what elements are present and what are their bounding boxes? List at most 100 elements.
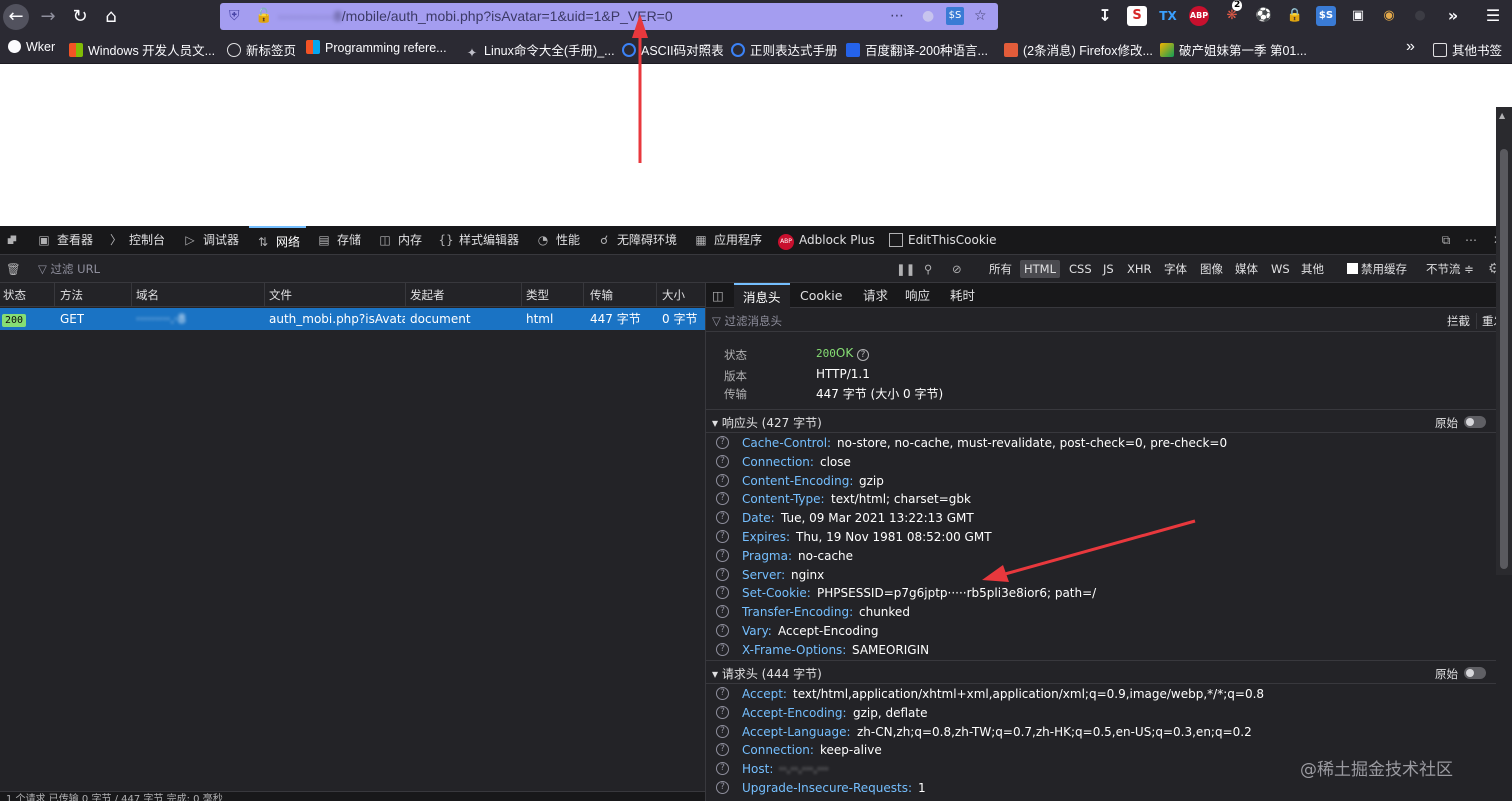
header-row[interactable]: ? Accept-Encoding: gzip, deflate — [706, 704, 1496, 723]
insecure-lock-icon[interactable]: 🔓 — [255, 8, 272, 24]
reader-icon[interactable]: ● — [922, 8, 934, 24]
other-bookmarks[interactable]: 其他书签 — [1433, 40, 1502, 59]
column-initiator[interactable]: 发起者 — [407, 283, 522, 307]
home-button[interactable]: ⌂ — [98, 4, 124, 30]
header-row[interactable]: ? Content-Type: text/html; charset=gbk — [706, 490, 1496, 509]
help-icon[interactable]: ? — [716, 743, 729, 757]
column-domain[interactable]: 域名 — [133, 283, 265, 307]
details-scrollbar[interactable]: ▲ — [1496, 107, 1512, 575]
header-row[interactable]: ? Server: nginx — [706, 566, 1496, 585]
tab-cookies[interactable]: Cookie — [791, 283, 851, 308]
screenshot-icon[interactable]: ▣ — [1348, 6, 1368, 26]
filter-js[interactable]: JS — [1099, 255, 1118, 283]
help-icon[interactable]: ? — [716, 454, 729, 468]
bookmark-item[interactable]: 百度翻译-200种语言... — [846, 40, 988, 59]
bookmark-item[interactable]: ASCII码对照表 — [622, 40, 724, 59]
filter-images[interactable]: 图像 — [1196, 255, 1227, 283]
clear-button[interactable]: 🗑 — [6, 255, 21, 283]
download-icon[interactable]: ↧ — [1095, 6, 1115, 26]
extension-tx-icon[interactable]: TX — [1158, 6, 1178, 26]
header-row[interactable]: ? Connection: close — [706, 453, 1496, 472]
column-status[interactable]: 状态 — [0, 283, 55, 307]
lock-icon[interactable]: 🔒 — [1285, 6, 1305, 26]
extension-s2-icon[interactable]: $S — [1316, 6, 1336, 26]
devtools-menu-button[interactable]: ⋯ — [1463, 226, 1484, 255]
help-icon[interactable]: ? — [716, 624, 729, 637]
bookmark-item[interactable]: 破产姐妹第一季 第01... — [1160, 40, 1307, 59]
extension-badge-icon[interactable]: ❋ 2 — [1222, 0, 1243, 26]
block-request-button[interactable]: 拦截 — [1447, 313, 1470, 329]
bookmark-item[interactable]: ✦ Linux命令大全(手册)_... — [465, 40, 615, 60]
help-icon[interactable]: ? — [716, 724, 729, 738]
header-row[interactable]: ? Expires: Thu, 19 Nov 1981 08:52:00 GMT — [706, 528, 1496, 547]
filter-url-input[interactable]: ▽ 过滤 URL — [38, 255, 100, 283]
table-row[interactable]: 200 GET ·········.·8 auth_mobi.php?isAva… — [0, 308, 705, 330]
dock-button[interactable]: ⧉ — [1438, 226, 1459, 255]
menu-icon[interactable]: ☰ — [1483, 6, 1503, 26]
cookie-icon[interactable]: ◉ — [1379, 6, 1399, 26]
reload-button[interactable]: ↻ — [67, 4, 93, 30]
help-icon[interactable]: ? — [716, 492, 729, 506]
tab-performance[interactable]: ◔ 性能 — [535, 226, 580, 255]
blank-extension-icon[interactable]: ● — [1410, 6, 1430, 26]
pick-element-button[interactable]: ⮼ — [4, 226, 25, 255]
header-row[interactable]: ? Set-Cookie: PHPSESSID=p7g6jptp·····rb5pl… — [706, 584, 1496, 603]
header-row[interactable]: ? Cache-Control: no-store, no-cache, must-… — [706, 434, 1496, 453]
tab-console[interactable]: 〉 控制台 — [108, 226, 165, 255]
tab-adblock-plus[interactable]: ABP Adblock Plus — [778, 226, 875, 255]
help-icon[interactable]: ? — [716, 530, 729, 543]
extension-ball-icon[interactable]: ⚽ — [1254, 6, 1274, 26]
bookmark-item[interactable]: 正则表达式手册 — [731, 40, 838, 59]
help-icon[interactable]: ? — [716, 473, 729, 487]
help-icon[interactable]: ? — [716, 781, 729, 794]
column-size[interactable]: 大小 — [659, 283, 705, 307]
help-icon[interactable]: ? — [716, 548, 729, 562]
tab-debugger[interactable]: ▷ 调试器 — [182, 226, 239, 255]
pause-button[interactable]: ❚❚ — [896, 255, 915, 283]
help-icon[interactable]: ? — [716, 567, 729, 581]
header-row[interactable]: ? Date: Tue, 09 Mar 2021 13:22:13 GMT — [706, 509, 1496, 528]
disable-cache-toggle[interactable]: 禁用缓存 — [1347, 255, 1407, 283]
filter-css[interactable]: CSS — [1065, 255, 1096, 283]
filter-all[interactable]: 所有 — [985, 255, 1016, 283]
bookmark-item[interactable]: Windows 开发人员文... — [69, 40, 215, 59]
throttle-select[interactable]: 不节流 ≑ — [1426, 255, 1474, 283]
shield-icon[interactable]: ⛨ — [229, 8, 240, 24]
help-icon[interactable]: ? — [716, 436, 729, 449]
bookmark-item[interactable]: (2条消息) Firefox修改... — [1004, 40, 1153, 59]
extension-s-small-icon[interactable]: $S — [946, 7, 964, 25]
tab-response[interactable]: 响应 — [896, 283, 939, 308]
overflow-icon[interactable]: » — [1443, 6, 1463, 26]
header-row[interactable]: ? X-Frame-Options: SAMEORIGIN — [706, 641, 1496, 660]
tab-editthiscookie[interactable]: EditThisCookie — [889, 226, 997, 255]
block-button[interactable]: ⊘ — [952, 255, 962, 283]
filter-fonts[interactable]: 字体 — [1160, 255, 1191, 283]
tab-application[interactable]: ▦ 应用程序 — [693, 226, 762, 255]
bookmark-item[interactable]: Programming refere... — [306, 40, 447, 55]
column-transferred[interactable]: 传输 — [587, 283, 657, 307]
headers-filter-input[interactable]: ▽ 过滤消息头 — [712, 313, 782, 329]
header-row[interactable]: ? Transfer-Encoding: chunked — [706, 603, 1496, 622]
bookmarks-overflow-icon[interactable]: » — [1406, 38, 1415, 56]
column-type[interactable]: 类型 — [523, 283, 584, 307]
tab-accessibility[interactable]: ☌ 无障碍环境 — [596, 226, 677, 255]
scroll-up-icon[interactable]: ▲ — [1499, 111, 1505, 120]
tab-network[interactable]: ⇅ 网络 — [249, 226, 307, 255]
tab-memory[interactable]: ◫ 内存 — [377, 226, 422, 255]
response-headers-section[interactable]: ▾ 响应头 (427 字节) 原始 — [706, 409, 1496, 433]
help-icon[interactable]: ? — [716, 642, 729, 656]
help-icon[interactable]: ? — [716, 762, 729, 776]
tab-inspector[interactable]: ▣ 查看器 — [36, 226, 93, 255]
header-row[interactable]: ? Accept: text/html,application/xhtml+xml,… — [706, 685, 1496, 704]
help-icon[interactable]: ? — [716, 705, 729, 719]
url-bar[interactable]: ⛨ 🔓 ············8/mobile/auth_mobi.php?i… — [220, 3, 998, 30]
forward-button[interactable]: → — [35, 4, 61, 30]
bookmark-item[interactable]: 新标签页 — [227, 40, 296, 59]
raw-toggle[interactable] — [1464, 416, 1486, 428]
tab-request[interactable]: 请求 — [854, 283, 897, 308]
filter-other[interactable]: 其他 — [1297, 255, 1328, 283]
tab-timings[interactable]: 耗时 — [941, 283, 984, 308]
adblock-plus-icon[interactable]: ABP — [1189, 6, 1209, 26]
request-headers-section[interactable]: ▾ 请求头 (444 字节) 原始 — [706, 660, 1496, 684]
column-method[interactable]: 方法 — [57, 283, 132, 307]
